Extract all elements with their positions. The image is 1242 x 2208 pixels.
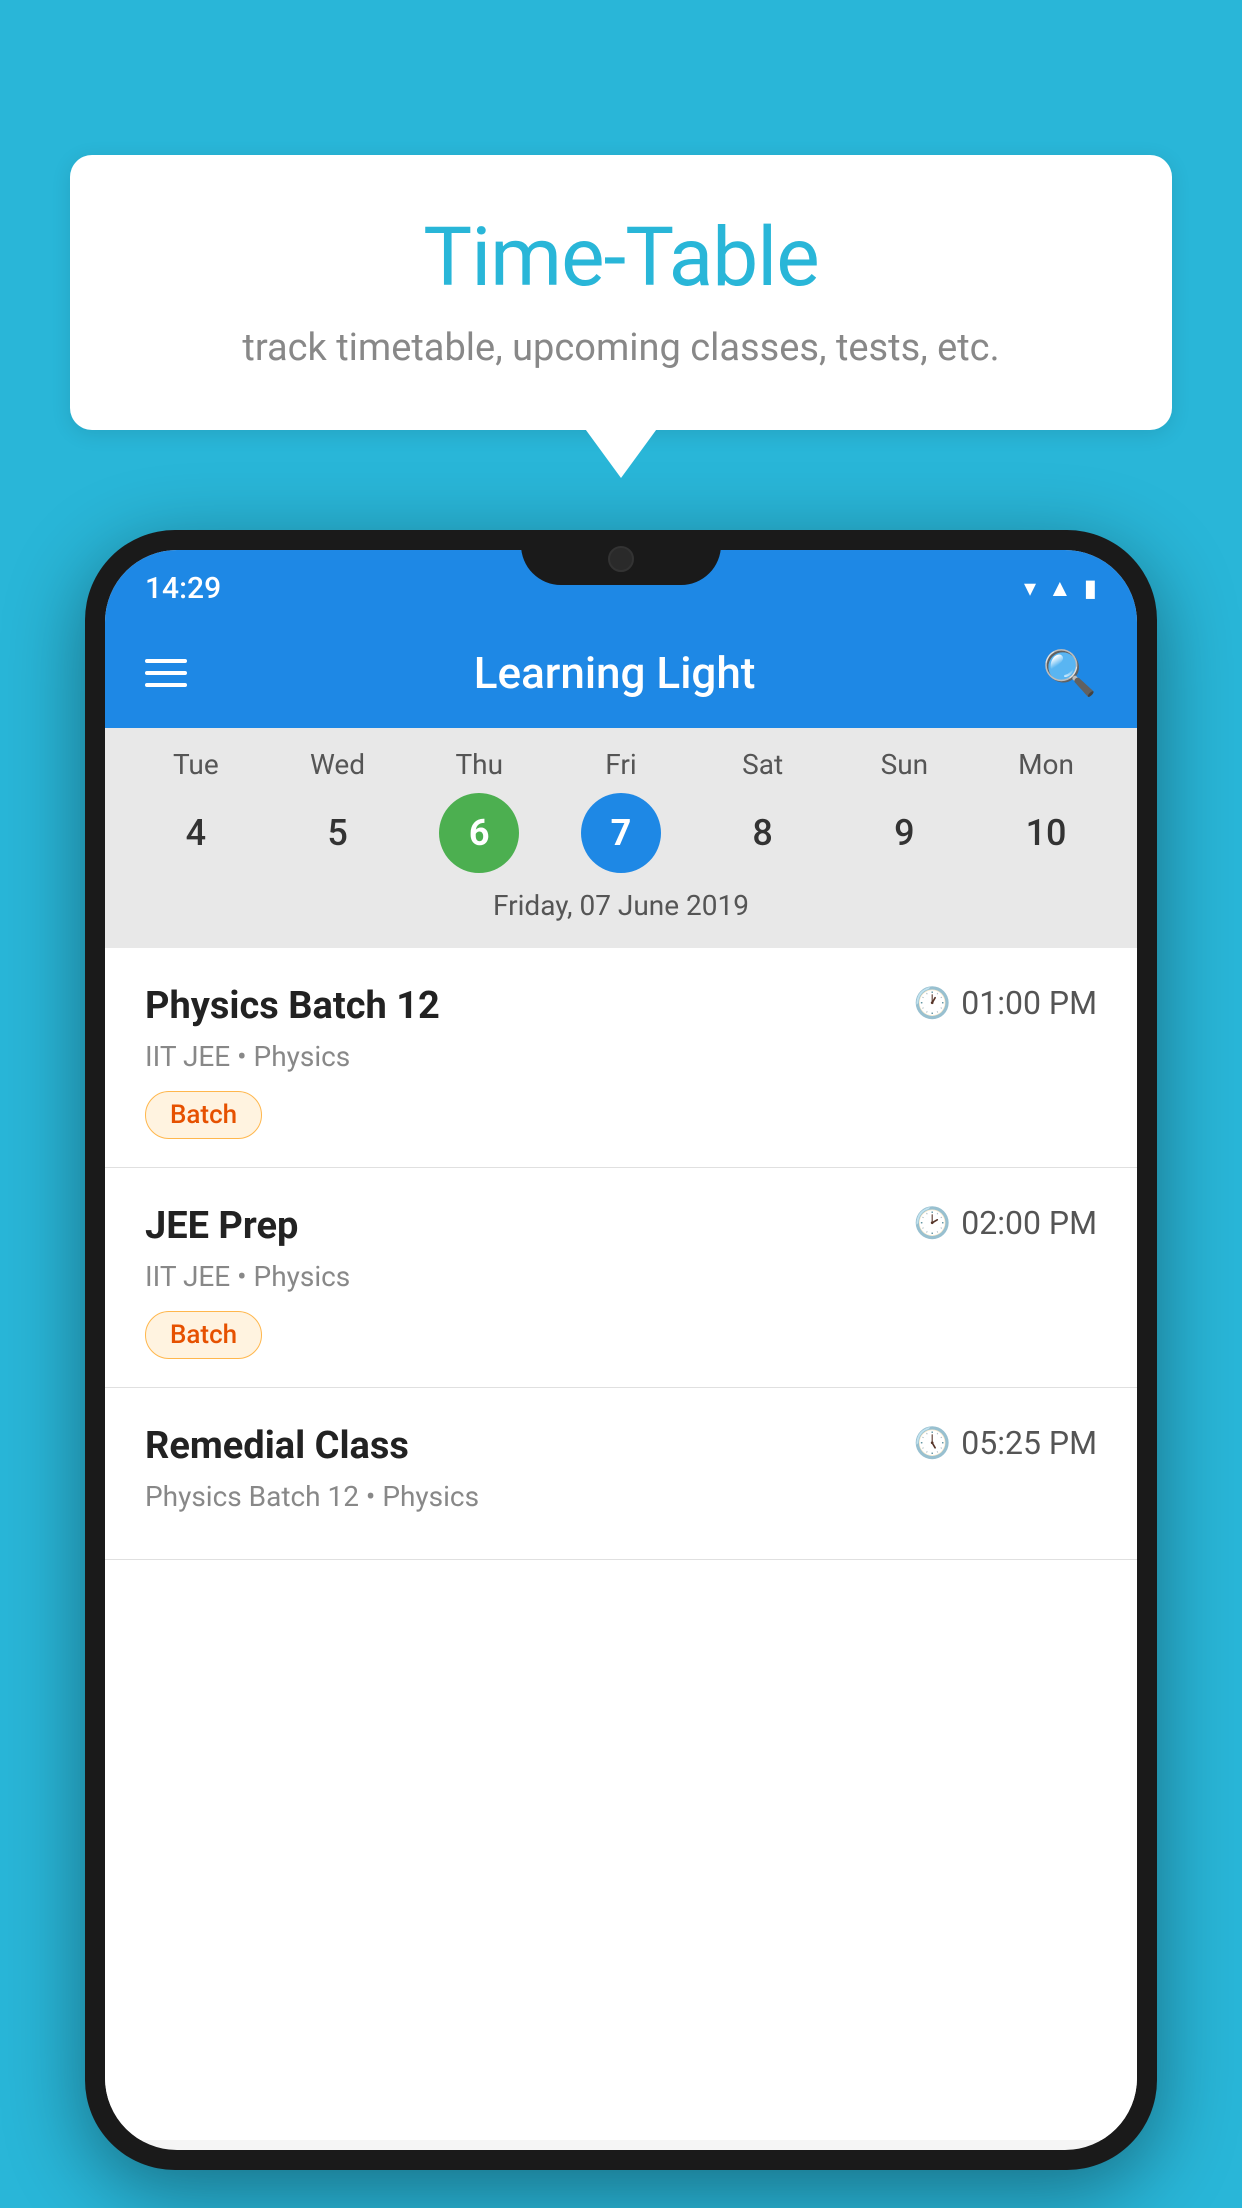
item-2-badge: Batch [145,1311,262,1359]
item-3-header: Remedial Class 🕔 05:25 PM [145,1424,1097,1468]
clock-icon-3: 🕔 [914,1426,951,1461]
day-name-mon: Mon [1006,748,1086,781]
day-name-thu: Thu [439,748,519,781]
item-2-title: JEE Prep [145,1204,298,1248]
day-9[interactable]: 9 [864,793,944,873]
day-5[interactable]: 5 [298,793,378,873]
days-header: Tue Wed Thu Fri Sat Sun Mon [105,748,1137,781]
clock-icon-1: 🕐 [914,986,951,1021]
item-3-subject: Physics Batch 12 • Physics [145,1480,1097,1513]
day-6-today[interactable]: 6 [439,793,519,873]
app-bar: Learning Light 🔍 [105,618,1137,728]
day-10[interactable]: 10 [1006,793,1086,873]
phone-camera [608,546,634,572]
status-time: 14:29 [145,571,221,606]
item-2-time: 🕑 02:00 PM [914,1204,1097,1242]
speech-bubble-container: Time-Table track timetable, upcoming cla… [70,155,1172,430]
item-3-time: 🕔 05:25 PM [914,1424,1097,1462]
schedule-item-1[interactable]: Physics Batch 12 🕐 01:00 PM IIT JEE • Ph… [105,948,1137,1168]
wifi-icon: ▾ [1024,574,1036,602]
day-7-selected[interactable]: 7 [581,793,661,873]
day-4[interactable]: 4 [156,793,236,873]
status-icons: ▾ ▲ ▮ [1024,574,1097,603]
day-8[interactable]: 8 [723,793,803,873]
item-2-header: JEE Prep 🕑 02:00 PM [145,1204,1097,1248]
schedule-item-2[interactable]: JEE Prep 🕑 02:00 PM IIT JEE • Physics Ba… [105,1168,1137,1388]
app-title: Learning Light [474,647,756,699]
item-3-title: Remedial Class [145,1424,409,1468]
day-name-sun: Sun [864,748,944,781]
hamburger-menu-icon[interactable] [145,659,187,687]
item-2-subject: IIT JEE • Physics [145,1260,1097,1293]
phone-notch [521,530,721,585]
day-name-tue: Tue [156,748,236,781]
speech-bubble: Time-Table track timetable, upcoming cla… [70,155,1172,430]
phone-screen: 14:29 ▾ ▲ ▮ Learning Light 🔍 [105,550,1137,2150]
bubble-title: Time-Table [130,210,1112,306]
days-numbers: 4 5 6 7 8 9 10 [105,793,1137,873]
item-1-title: Physics Batch 12 [145,984,440,1028]
phone-container: 14:29 ▾ ▲ ▮ Learning Light 🔍 [85,530,1157,2170]
battery-icon: ▮ [1084,574,1097,602]
schedule-content: Physics Batch 12 🕐 01:00 PM IIT JEE • Ph… [105,948,1137,2140]
item-1-subject: IIT JEE • Physics [145,1040,1097,1073]
signal-icon: ▲ [1048,574,1072,603]
item-1-badge: Batch [145,1091,262,1139]
clock-icon-2: 🕑 [914,1206,951,1241]
phone-frame: 14:29 ▾ ▲ ▮ Learning Light 🔍 [85,530,1157,2170]
search-icon[interactable]: 🔍 [1042,647,1097,699]
selected-date-label: Friday, 07 June 2019 [105,889,1137,938]
item-1-header: Physics Batch 12 🕐 01:00 PM [145,984,1097,1028]
calendar-strip: Tue Wed Thu Fri Sat Sun Mon 4 5 6 7 8 9 … [105,728,1137,948]
schedule-item-3[interactable]: Remedial Class 🕔 05:25 PM Physics Batch … [105,1388,1137,1560]
day-name-wed: Wed [298,748,378,781]
day-name-sat: Sat [723,748,803,781]
day-name-fri: Fri [581,748,661,781]
bubble-subtitle: track timetable, upcoming classes, tests… [130,326,1112,370]
item-1-time: 🕐 01:00 PM [914,984,1097,1022]
